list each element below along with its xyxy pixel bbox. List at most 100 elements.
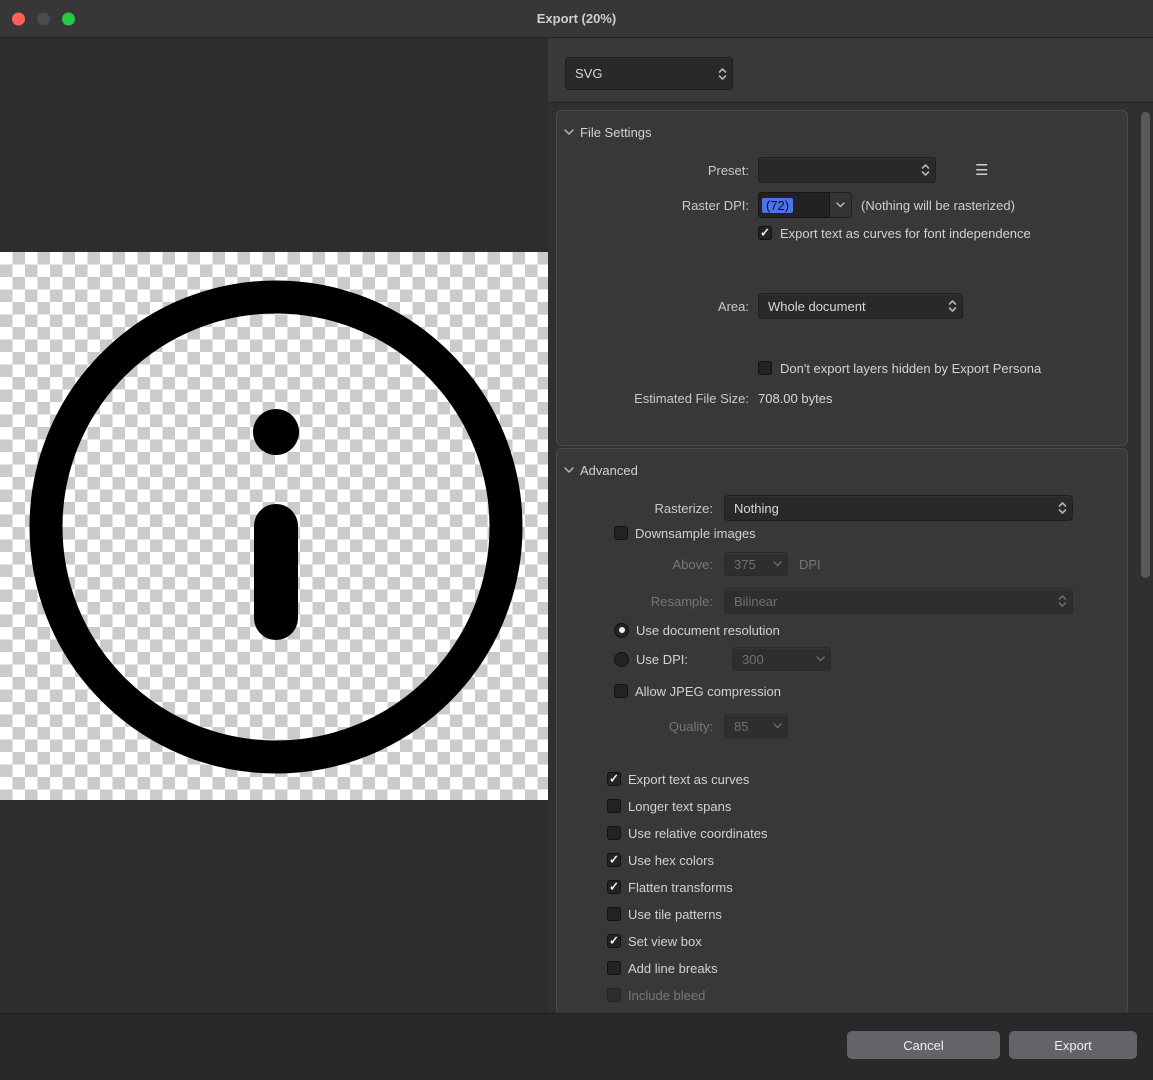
raster-dpi-input[interactable]: (72) — [758, 192, 830, 218]
checkbox-label: Use relative coordinates — [628, 826, 767, 841]
traffic-lights — [12, 12, 75, 25]
area-row: Area: Whole document — [557, 293, 1127, 319]
export-button[interactable]: Export — [1009, 1031, 1137, 1059]
chevron-down-icon — [816, 656, 825, 662]
checkbox[interactable] — [607, 961, 621, 975]
format-bar: SVG — [548, 38, 1153, 103]
rasterize-select[interactable]: Nothing — [724, 495, 1073, 521]
format-select[interactable]: SVG — [565, 57, 733, 90]
advanced-header[interactable]: Advanced — [557, 459, 1127, 481]
checkbox-row-include-bleed: Include bleed — [607, 986, 1127, 1004]
area-label: Area: — [557, 299, 749, 314]
estimated-file-size-label: Estimated File Size: — [557, 391, 749, 406]
checkbox — [607, 988, 621, 1002]
checkbox-row-set-view-box[interactable]: Set view box — [607, 932, 1127, 950]
checkbox-row-allow-jpeg-compression[interactable]: Allow JPEG compression — [614, 682, 1127, 700]
raster-dpi-row: Raster DPI: (72) (Nothing will be raster… — [557, 192, 1127, 218]
radio-button[interactable] — [614, 623, 629, 638]
checkbox[interactable] — [607, 853, 621, 867]
above-dpi-row: Above: 375 DPI — [557, 552, 1127, 576]
checkbox-row-use-tile-patterns[interactable]: Use tile patterns — [607, 905, 1127, 923]
cancel-button[interactable]: Cancel — [847, 1031, 1000, 1059]
section-title: File Settings — [580, 125, 652, 140]
quality-row: Quality: 85 — [557, 714, 1127, 738]
preset-menu-icon[interactable]: ☰ — [975, 163, 988, 178]
checkbox-row-export-text-as-curves[interactable]: Export text as curves — [607, 770, 1127, 788]
checkbox-label: Add line breaks — [628, 961, 718, 976]
titlebar: Export (20%) — [0, 0, 1153, 38]
scrollbar-thumb[interactable] — [1141, 112, 1150, 578]
chevron-down-icon — [564, 467, 574, 473]
file-settings-section: File Settings Preset: ☰ Raster DPI: — [556, 110, 1128, 446]
rasterize-select-value: Nothing — [734, 501, 1058, 516]
file-settings-header[interactable]: File Settings — [557, 121, 1127, 143]
radio-row-use-dpi[interactable]: Use DPI: 300 — [614, 647, 1127, 671]
checkbox-row-downsample-images[interactable]: Downsample images — [614, 524, 1127, 542]
estimated-file-size-row: Estimated File Size: 708.00 bytes — [557, 389, 1127, 407]
checkbox-label: Include bleed — [628, 988, 705, 1003]
checkbox-row-export-text-as-curves-font[interactable]: Export text as curves for font independe… — [758, 224, 1127, 242]
radio-button[interactable] — [614, 652, 629, 667]
use-dpi-select: 300 — [732, 647, 831, 671]
format-select-value: SVG — [575, 66, 718, 81]
resample-label: Resample: — [557, 594, 713, 609]
checkbox-row-use-hex-colors[interactable]: Use hex colors — [607, 851, 1127, 869]
stepper-icon — [948, 299, 957, 313]
checkbox-label: Set view box — [628, 934, 702, 949]
checkbox[interactable] — [758, 226, 772, 240]
area-select-value: Whole document — [768, 299, 948, 314]
checkbox-label: Allow JPEG compression — [635, 684, 781, 699]
dialog-footer: Cancel Export — [0, 1013, 1153, 1080]
estimated-file-size-value: 708.00 bytes — [758, 391, 832, 406]
checkbox[interactable] — [614, 684, 628, 698]
rasterize-label: Rasterize: — [557, 501, 713, 516]
window-title: Export (20%) — [537, 11, 616, 26]
quality-label: Quality: — [557, 719, 713, 734]
resample-row: Resample: Bilinear — [557, 588, 1127, 614]
checkbox[interactable] — [607, 799, 621, 813]
checkbox-label: Export text as curves — [628, 772, 749, 787]
checkbox-label: Use tile patterns — [628, 907, 722, 922]
stepper-icon — [1058, 501, 1067, 515]
raster-dpi-combobox[interactable]: (72) — [758, 192, 852, 218]
checkbox-label: Downsample images — [635, 526, 756, 541]
chevron-down-icon — [773, 723, 782, 729]
checkbox[interactable] — [607, 934, 621, 948]
export-settings-panel: SVG File Settings Preset: — [548, 38, 1153, 1013]
minimize-window-button — [37, 12, 50, 25]
checkbox-row-add-line-breaks[interactable]: Add line breaks — [607, 959, 1127, 977]
checkbox-label: Don't export layers hidden by Export Per… — [780, 361, 1041, 376]
raster-dpi-dropdown-button[interactable] — [830, 192, 852, 218]
raster-dpi-label: Raster DPI: — [557, 198, 749, 213]
area-select[interactable]: Whole document — [758, 293, 963, 319]
checkbox[interactable] — [614, 526, 628, 540]
radio-row-use-document-resolution[interactable]: Use document resolution — [614, 621, 1127, 639]
rasterize-row: Rasterize: Nothing — [557, 495, 1127, 521]
checkbox[interactable] — [607, 907, 621, 921]
radio-label: Use DPI: — [636, 652, 725, 667]
export-preview-area — [0, 38, 548, 1013]
checkbox-row-longer-text-spans[interactable]: Longer text spans — [607, 797, 1127, 815]
close-window-button[interactable] — [12, 12, 25, 25]
preset-row: Preset: ☰ — [557, 157, 1127, 183]
checkbox[interactable] — [758, 361, 772, 375]
checkbox[interactable] — [607, 880, 621, 894]
checkbox[interactable] — [607, 826, 621, 840]
info-icon-artwork — [0, 252, 548, 800]
document-preview-canvas[interactable] — [0, 252, 548, 800]
checkbox-row-flatten-transforms[interactable]: Flatten transforms — [607, 878, 1127, 896]
section-title: Advanced — [580, 463, 638, 478]
checkbox-label: Longer text spans — [628, 799, 731, 814]
export-dialog: Export (20%) SVG — [0, 0, 1153, 1080]
preset-select[interactable] — [758, 157, 936, 183]
preset-label: Preset: — [557, 163, 749, 178]
stepper-icon — [921, 163, 930, 177]
checkbox[interactable] — [607, 772, 621, 786]
radio-label: Use document resolution — [636, 623, 780, 638]
raster-dpi-note: (Nothing will be rasterized) — [861, 198, 1015, 213]
checkbox-row-dont-export-hidden-layers[interactable]: Don't export layers hidden by Export Per… — [758, 359, 1127, 377]
stepper-icon — [718, 67, 727, 81]
zoom-window-button[interactable] — [62, 12, 75, 25]
checkbox-row-use-relative-coordinates[interactable]: Use relative coordinates — [607, 824, 1127, 842]
resample-select: Bilinear — [724, 588, 1073, 614]
